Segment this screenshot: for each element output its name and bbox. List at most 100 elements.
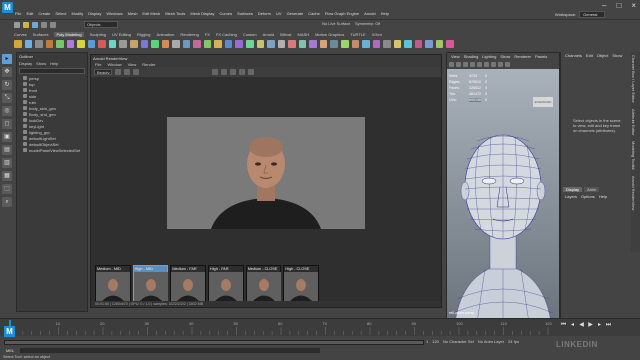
shelf-tab[interactable]: UV Editing <box>112 32 131 37</box>
shelf-tool-icon[interactable] <box>193 40 201 48</box>
outliner-search-input[interactable] <box>19 68 85 74</box>
shelf-tool-icon[interactable] <box>172 40 180 48</box>
viewport-menu-item[interactable]: View <box>451 54 460 59</box>
lights-icon[interactable] <box>484 61 489 67</box>
side-tab[interactable]: Modeling Toolkit <box>631 138 636 173</box>
snapshot-thumbnail[interactable]: High - FAR <box>208 265 244 301</box>
outliner-menu-item[interactable]: Show <box>36 61 46 66</box>
shelf-tool-icon[interactable] <box>246 40 254 48</box>
shelf-tab[interactable]: Motion Graphics <box>315 32 344 37</box>
render-icon[interactable] <box>115 69 121 75</box>
snapshot-thumbnail[interactable]: Medium - FAR <box>170 265 207 301</box>
outliner-menu-item[interactable]: Help <box>50 61 58 66</box>
shelf-tool-icon[interactable] <box>435 40 444 48</box>
shelf-tool-icon[interactable] <box>108 40 117 48</box>
shelf-tab[interactable]: Surfaces <box>33 32 49 37</box>
shelf-tool-icon[interactable] <box>161 40 170 48</box>
renderview-menu-item[interactable]: View <box>128 62 137 67</box>
menu-item[interactable]: Edit Mesh <box>142 11 160 16</box>
shelf-tab[interactable]: Poly Modeling <box>54 32 84 37</box>
shelf-tool-icon[interactable] <box>14 40 22 48</box>
aov-dropdown[interactable]: Beauty <box>94 69 112 75</box>
viewport-menu-item[interactable]: Lighting <box>482 54 496 59</box>
shelf-tab[interactable]: Sculpting <box>90 32 106 37</box>
wireframe-icon[interactable] <box>463 61 468 67</box>
toolbox-tool-icon[interactable]: ◻ <box>2 119 12 129</box>
shelf-tab[interactable]: Curves <box>14 32 27 37</box>
shelf-tab[interactable]: Rigging <box>137 32 151 37</box>
menu-item[interactable]: Help <box>381 11 389 16</box>
range-end[interactable]: 120 <box>432 339 439 344</box>
menu-item[interactable]: UV <box>276 11 282 16</box>
range-slider[interactable] <box>4 340 424 345</box>
go-to-end-icon[interactable]: ⏭ <box>605 322 612 329</box>
minimize-icon[interactable]: – <box>602 1 606 10</box>
shelf-tool-icon[interactable] <box>277 40 286 48</box>
menu-item[interactable]: Create <box>38 11 50 16</box>
shelf-tool-icon[interactable] <box>362 40 370 48</box>
shelf-tool-icon[interactable] <box>340 40 349 48</box>
shelf-tab[interactable]: XGen <box>372 32 382 37</box>
shelf-tool-icon[interactable] <box>214 40 222 48</box>
toolbox-tool-icon[interactable]: ▥ <box>2 158 12 168</box>
isolate-icon[interactable] <box>505 61 510 67</box>
menu-item[interactable]: Mesh <box>128 11 138 16</box>
anim-layer-dropdown[interactable]: No Anim Layer <box>478 339 504 344</box>
shelf-tool-icon[interactable] <box>130 40 138 48</box>
shelf-tab[interactable]: Custom <box>243 32 257 37</box>
open-scene-icon[interactable] <box>23 22 29 28</box>
mel-label[interactable]: MEL <box>6 348 14 353</box>
layer-menu-item[interactable]: Help <box>599 194 607 199</box>
toolbox-tool-icon[interactable]: ✥ <box>2 67 12 77</box>
green-channel-icon[interactable] <box>221 69 227 75</box>
menu-item[interactable]: Display <box>88 11 101 16</box>
snapshot-icon[interactable] <box>248 69 254 75</box>
shelf-tool-icon[interactable] <box>425 40 433 48</box>
channelbox-menu-item[interactable]: Object <box>597 53 609 58</box>
layer-menu-item[interactable]: Options <box>581 194 595 199</box>
menu-item[interactable]: Arnold <box>364 11 376 16</box>
smooth-shade-icon[interactable] <box>470 61 475 67</box>
textured-icon[interactable] <box>477 61 482 67</box>
shadows-icon[interactable] <box>491 61 496 67</box>
snapshot-thumbnail[interactable]: Medium - MID <box>95 265 131 301</box>
undo-icon[interactable] <box>41 22 47 28</box>
shelf-tool-icon[interactable] <box>140 40 149 48</box>
shelf-tab[interactable]: TURTLE <box>350 32 365 37</box>
menu-item[interactable]: Generate <box>287 11 304 16</box>
menu-item[interactable]: Edit <box>26 11 33 16</box>
shelf-tab[interactable]: FX <box>205 32 210 37</box>
viewport-menu-item[interactable]: Panels <box>535 54 547 59</box>
selection-mode-dropdown[interactable]: Objects <box>84 21 118 28</box>
step-forward-icon[interactable]: ▸ <box>596 322 603 329</box>
play-forward-icon[interactable]: ▶ <box>587 322 594 329</box>
menu-item[interactable]: Cache <box>308 11 320 16</box>
shelf-tool-icon[interactable] <box>351 40 360 48</box>
symmetry-dropdown[interactable]: Symmetry: Off <box>355 21 380 26</box>
blue-channel-icon[interactable] <box>230 69 236 75</box>
grid-icon[interactable] <box>456 61 461 67</box>
shelf-tab[interactable]: Animation <box>157 32 175 37</box>
shelf-tool-icon[interactable] <box>383 40 391 48</box>
shelf-tool-icon[interactable] <box>77 40 85 48</box>
outliner-item[interactable]: modelPanelViewSelectedSet <box>17 147 87 153</box>
workspace-dropdown[interactable]: General <box>579 11 606 18</box>
stop-icon[interactable] <box>124 69 130 75</box>
shelf-tool-icon[interactable] <box>446 40 454 48</box>
channelbox-menu-item[interactable]: Channels <box>565 53 582 58</box>
step-back-icon[interactable]: ◂ <box>569 322 576 329</box>
menu-item[interactable]: Surfaces <box>237 11 253 16</box>
layer-tab[interactable]: Anim <box>584 187 600 192</box>
toolbox-tool-icon[interactable]: ⤡ <box>2 93 12 103</box>
xray-icon[interactable] <box>498 61 503 67</box>
outliner-menu-item[interactable]: Display <box>19 61 32 66</box>
side-tab[interactable]: Attribute Editor <box>631 106 636 138</box>
range-start[interactable]: 1 <box>426 339 428 344</box>
fps-dropdown[interactable]: 24 fps <box>508 339 519 344</box>
go-to-start-icon[interactable]: ⏮ <box>560 322 567 329</box>
layer-menu-item[interactable]: Layers <box>565 194 577 199</box>
maximize-icon[interactable]: □ <box>616 1 621 10</box>
snapshot-thumbnail[interactable]: High - CLOSE <box>283 265 320 301</box>
close-icon[interactable]: × <box>631 1 636 10</box>
shelf-tool-icon[interactable] <box>119 40 128 48</box>
